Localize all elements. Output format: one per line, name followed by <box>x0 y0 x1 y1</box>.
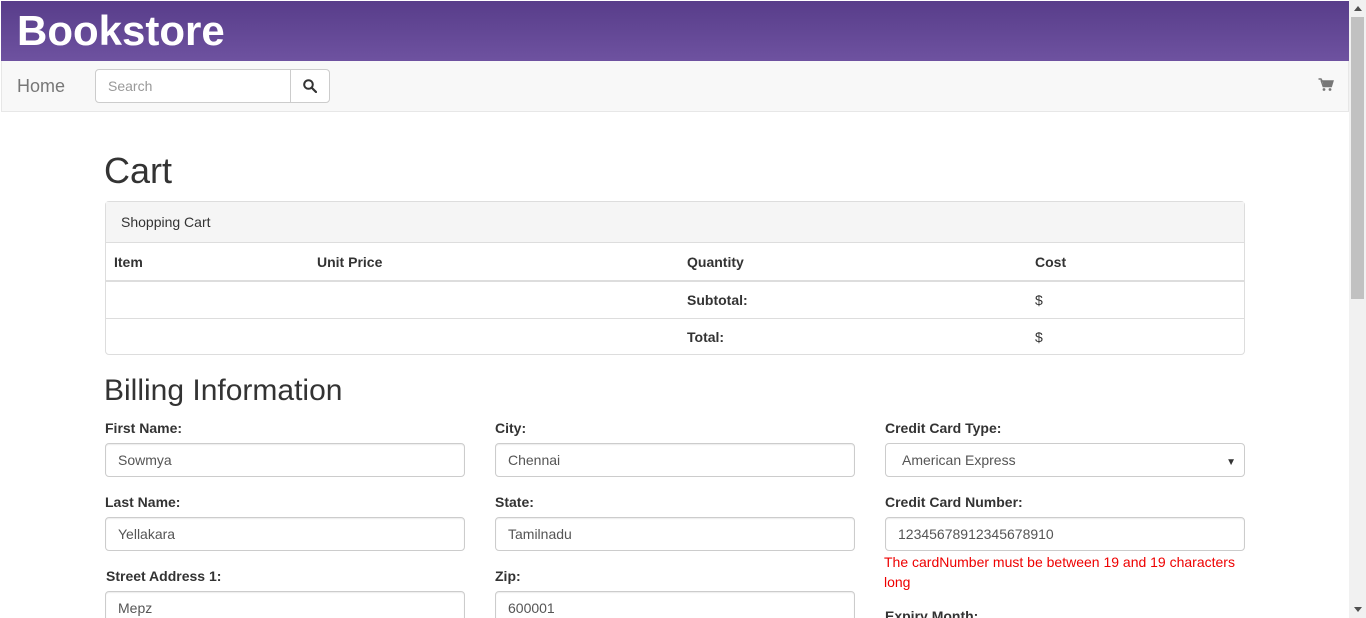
subtotal-value: $ <box>1035 292 1043 308</box>
panel-heading: Shopping Cart <box>106 202 1244 243</box>
credit-card-number-label: Credit Card Number: <box>885 494 1023 510</box>
page-viewport: Bookstore Home Cart Shopping Cart It <box>0 0 1349 618</box>
scroll-up-arrow-icon[interactable] <box>1349 0 1366 17</box>
street-address-1-field[interactable] <box>105 591 465 618</box>
search-input[interactable] <box>95 69 291 103</box>
column-header-unit-price: Unit Price <box>309 243 679 282</box>
scrollbar-thumb[interactable] <box>1351 17 1364 299</box>
vertical-scrollbar[interactable] <box>1349 0 1366 618</box>
search-icon <box>303 79 317 93</box>
cart-title: Cart <box>104 150 173 191</box>
subtotal-label: Subtotal: <box>687 292 748 308</box>
chevron-down-icon: ▼ <box>1226 457 1236 468</box>
city-field[interactable] <box>495 443 855 477</box>
total-label: Total: <box>679 318 1027 356</box>
last-name-field[interactable] <box>105 517 465 551</box>
subtotal-row: Subtotal: $ <box>106 281 1244 319</box>
credit-card-number-error: The cardNumber must be between 19 and 19… <box>884 554 1235 590</box>
first-name-field[interactable] <box>105 443 465 477</box>
navbar: Home <box>1 61 1349 112</box>
shopping-cart-icon[interactable] <box>1318 77 1334 93</box>
column-header-item: Item <box>106 243 309 282</box>
total-row: Total: $ <box>106 318 1244 356</box>
credit-card-type-label: Credit Card Type: <box>885 420 1002 436</box>
column-header-quantity: Quantity <box>679 243 1027 282</box>
credit-card-number-field[interactable] <box>885 517 1245 551</box>
cart-table: Item Unit Price Quantity Cost Subtotal: … <box>106 243 1244 356</box>
scroll-down-arrow-icon[interactable] <box>1349 601 1366 618</box>
column-header-cost: Cost <box>1027 243 1244 282</box>
credit-card-type-value: American Express <box>902 452 1016 468</box>
search-button[interactable] <box>290 69 330 103</box>
shopping-cart-panel: Shopping Cart Item Unit Price Quantity C… <box>105 201 1245 356</box>
first-name-label: First Name: <box>105 420 183 436</box>
brand-header: Bookstore <box>1 1 1349 61</box>
street-address-1-label: Street Address 1: <box>106 568 222 584</box>
zip-field[interactable] <box>495 591 855 618</box>
brand-title[interactable]: Bookstore <box>17 7 225 55</box>
table-header-row: Item Unit Price Quantity Cost <box>106 243 1244 282</box>
credit-card-type-select[interactable]: American Express ▼ <box>885 443 1245 477</box>
total-value: $ <box>1027 318 1244 356</box>
city-label: City: <box>495 420 527 436</box>
zip-label: Zip: <box>495 568 521 584</box>
state-label: State: <box>495 494 534 510</box>
state-field[interactable] <box>495 517 855 551</box>
last-name-label: Last Name: <box>105 494 181 510</box>
nav-home-link[interactable]: Home <box>17 75 65 97</box>
billing-title: Billing Information <box>104 374 343 407</box>
expiry-month-label: Expiry Month: <box>885 608 979 618</box>
